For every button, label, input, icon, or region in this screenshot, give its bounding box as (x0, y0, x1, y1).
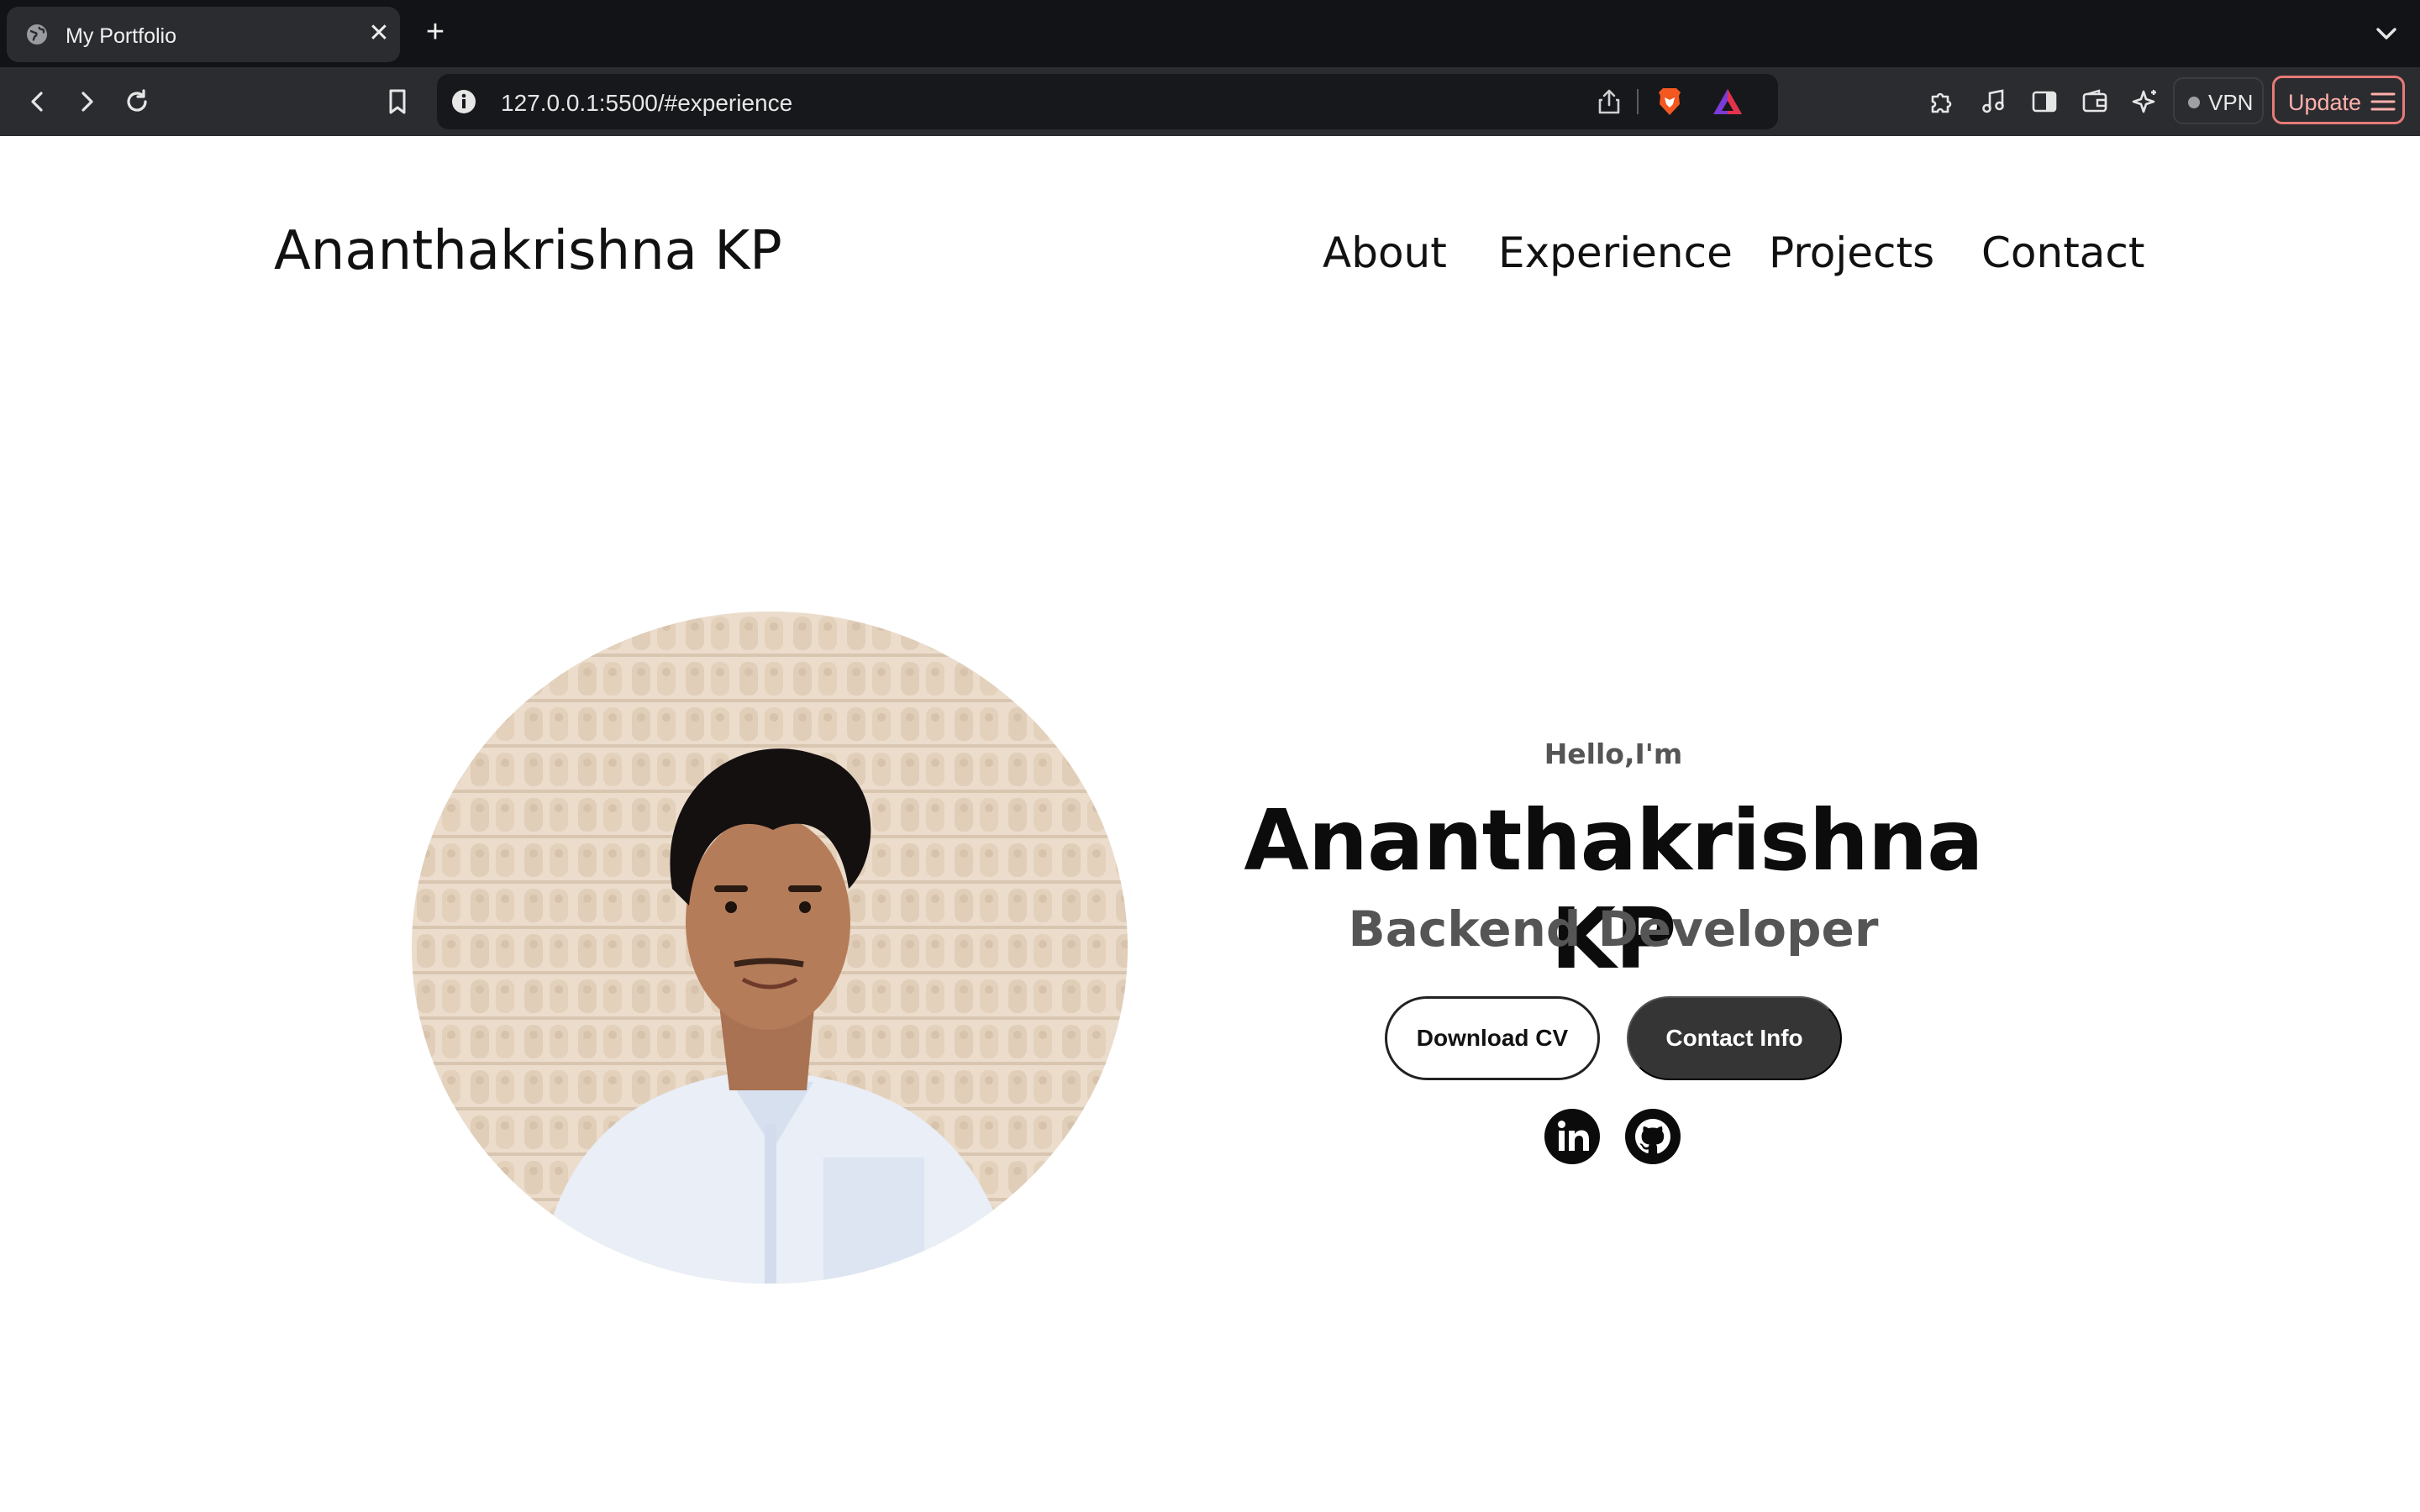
browser-tab-strip: My Portfolio ✕ + (0, 0, 2420, 67)
reload-button[interactable] (118, 82, 156, 121)
hamburger-menu-icon (2370, 92, 2396, 111)
greeting-text: Hello,I'm (1544, 738, 1683, 770)
sidebar-button[interactable] (2025, 82, 2064, 121)
github-icon[interactable] (1625, 1109, 1681, 1164)
vpn-label: VPN (2208, 90, 2254, 115)
update-label: Update (2288, 90, 2362, 115)
nav-link-experience[interactable]: Experience (1498, 228, 1733, 277)
nav-link-contact[interactable]: Contact (1981, 228, 2145, 277)
vpn-button[interactable]: VPN (2173, 77, 2264, 124)
address-bar[interactable]: 127.0.0.1:5500/#experience (437, 74, 1778, 129)
vpn-status-dot (2188, 97, 2200, 108)
bookmark-icon (389, 89, 406, 114)
browser-toolbar: 127.0.0.1:5500/#experience VPN Update (0, 67, 2420, 136)
extensions-button[interactable] (1923, 82, 1961, 121)
back-button[interactable] (18, 82, 57, 121)
profile-photo (412, 612, 1128, 1284)
media-button[interactable] (1975, 82, 2013, 121)
close-tab-icon[interactable]: ✕ (365, 19, 393, 48)
puzzle-icon (1931, 92, 1952, 113)
forward-button[interactable] (67, 82, 106, 121)
site-info-icon[interactable] (450, 88, 477, 115)
linkedin-icon[interactable] (1544, 1109, 1600, 1164)
brave-rewards-icon[interactable] (1711, 86, 1744, 118)
nav-link-about[interactable]: About (1323, 228, 1447, 277)
sparkle-icon (2132, 90, 2156, 113)
reload-icon (127, 89, 147, 112)
hero-name: Ananthakrishna KP (1244, 791, 1983, 988)
music-note-icon (1982, 89, 2004, 113)
new-tab-button[interactable]: + (417, 13, 454, 50)
wallet-button[interactable] (2075, 82, 2114, 121)
url-text[interactable]: 127.0.0.1:5500/#experience (501, 90, 792, 117)
wallet-icon (2082, 89, 2107, 113)
update-menu-button[interactable]: Update (2272, 76, 2405, 124)
tab-my-portfolio[interactable]: My Portfolio ✕ (7, 7, 400, 62)
tab-title: My Portfolio (66, 24, 176, 48)
back-arrow-icon (31, 92, 43, 112)
forward-arrow-icon (82, 92, 93, 112)
sidebar-icon (2032, 91, 2057, 113)
contact-info-button[interactable]: Contact Info (1627, 996, 1842, 1080)
divider (1637, 89, 1639, 114)
portfolio-page: Ananthakrishna KP About Experience Proje… (0, 136, 2420, 1512)
leo-ai-button[interactable] (2126, 82, 2165, 121)
brave-shields-icon[interactable] (1654, 86, 1686, 118)
globe-icon (27, 24, 47, 45)
site-logo[interactable]: Ananthakrishna KP (274, 220, 782, 282)
hero-role: Backend Developer (1348, 900, 1879, 958)
download-cv-button[interactable]: Download CV (1385, 996, 1600, 1080)
chevron-down-icon[interactable] (2370, 17, 2403, 50)
bookmark-button[interactable] (378, 82, 417, 121)
nav-link-projects[interactable]: Projects (1769, 228, 1934, 277)
share-icon[interactable] (1595, 87, 1623, 116)
